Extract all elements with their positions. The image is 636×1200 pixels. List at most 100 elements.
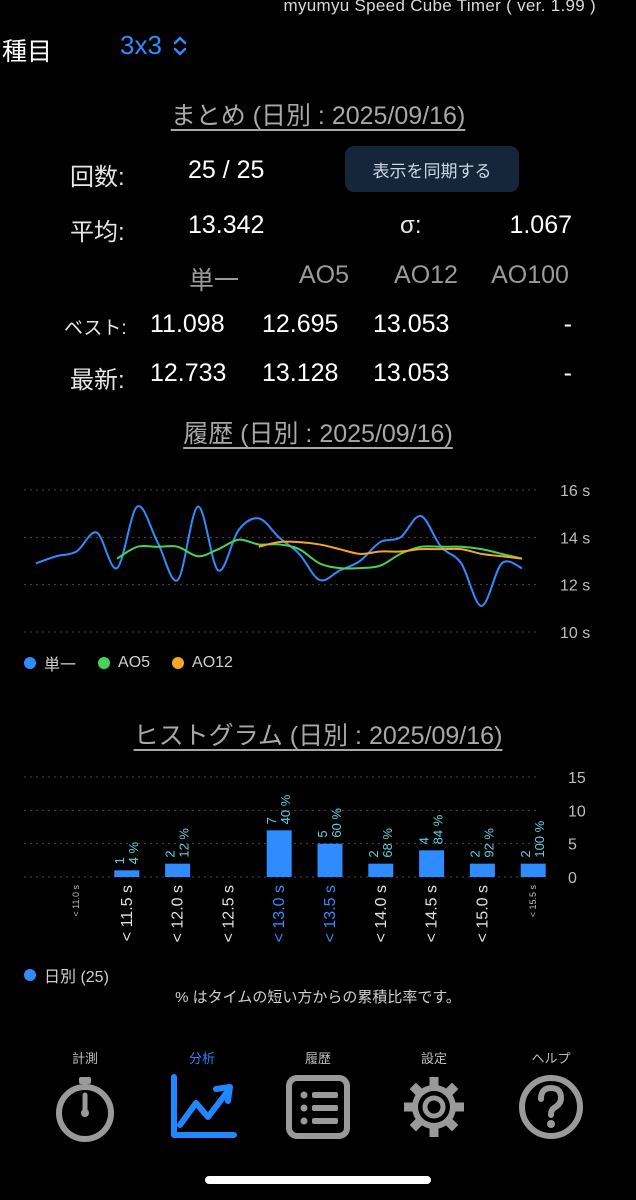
sigma-label: σ: [400,212,422,239]
histogram-bar [419,850,445,877]
histogram-legend: 日別 (25) [24,963,109,987]
best-ao12: 13.053 [373,310,450,338]
sigma-value: 1.067 [509,211,572,239]
header-ao5: AO5 [298,261,350,289]
history-y-tick-label: 14 s [560,530,590,547]
count-label: 回数: [70,164,125,191]
header-ao12: AO12 [394,261,458,289]
legend-label-single: 単一 [44,657,77,674]
histogram-bar [165,863,191,877]
best-ao100: - [563,310,572,338]
latest-ao5: 13.128 [262,359,339,387]
histogram-x-tick-label: < 14.0 s [373,885,390,942]
history-line-chart: 10 s 12 s 14 s 16 s [24,483,590,642]
latest-ao100: - [563,359,572,387]
histogram-bar [520,863,546,877]
tab-timer-label: 計測 [71,1051,98,1066]
history-title: 履歴 (日別 : 2025/09/16) [183,420,453,448]
histogram-percent-label: 68 % [380,828,395,858]
histogram-percent-label: 40 % [278,794,293,824]
header-ao100: AO100 [491,261,569,289]
best-single: 11.098 [150,310,225,338]
histogram-y-tick-label: 15 [568,770,586,787]
histogram-x-tick-label: < 11.0 s [71,885,81,917]
tab-help-label: ヘルプ [531,1051,571,1066]
histogram-count-label: 5 [315,830,330,837]
histogram-x-tick-label: < 15.5 s [528,885,538,918]
tab-help[interactable]: ヘルプ [491,1048,611,1143]
legend-dot-single [24,657,36,669]
legend-dot-daily [24,969,36,981]
histogram-title: ヒストグラム (日別 : 2025/09/16) [133,722,503,750]
chart-icon [171,1074,237,1138]
tab-timer[interactable]: 計測 [25,1048,145,1143]
legend-ao5: AO5 [98,651,150,675]
tab-analysis-label: 分析 [188,1051,215,1066]
histogram-x-tick-label: < 12.5 s [220,885,237,942]
best-label: ベスト: [64,318,127,339]
legend-label-ao5: AO5 [118,654,151,671]
app-version-text: myumyu Speed Cube Timer ( ver. 1.99 ) [283,0,596,15]
histogram-bar [114,870,140,877]
latest-single: 12.733 [150,359,227,387]
histogram-y-tick-label: 0 [568,870,577,887]
legend-dot-ao5 [98,657,111,669]
histogram-bar-chart: 051015< 11.0 s1 4 %< 11.5 s2 12 %< 12.0 s <… [24,770,586,942]
sync-display-button[interactable]: 表示を同期する [345,146,519,192]
event-value: 3x3 [120,30,162,60]
histogram-y-tick-label: 5 [568,837,577,854]
histogram-bar [266,830,292,877]
histogram-bar [368,863,394,877]
histogram-percent-label: 100 % [532,820,547,857]
tab-history-label: 履歴 [304,1051,331,1066]
summary-title: まとめ (日別 : 2025/09/16) [170,102,466,130]
histogram-percent-label: 84 % [431,814,446,844]
latest-ao12: 13.053 [373,359,450,387]
histogram-percent-label: 12 % [177,828,192,858]
histogram-percent-label: 4 % [126,841,141,864]
home-indicator [205,1176,431,1184]
best-ao5: 12.695 [262,310,339,338]
history-y-tick-label: 10 s [560,625,590,642]
histogram-count-label: 2 [366,850,381,857]
histogram-x-tick-label: < 15.0 s [474,885,491,942]
histogram-count-label: 1 [112,857,127,864]
chevron-updown-icon [173,36,187,55]
history-series-single-line [35,505,523,607]
histogram-count-label: 4 [417,837,432,844]
history-y-tick-label: 16 s [560,483,590,500]
count-value: 25 / 25 [188,156,265,184]
mean-label: 平均: [70,219,125,246]
histogram-x-tick-label: < 13.0 s [271,885,288,942]
event-selector[interactable]: 3x3 [120,30,188,61]
history-y-tick-label: 12 s [560,578,590,595]
history-legend: 単一 AO5 AO12 [24,651,233,675]
tab-settings-label: 設定 [420,1051,447,1066]
legend-ao12: AO12 [172,651,233,675]
legend-label-ao12: AO12 [192,654,233,671]
tab-history[interactable]: 履歴 [258,1048,378,1143]
histogram-count-label: 2 [467,850,482,857]
histogram-x-tick-label: < 14.5 s [424,885,441,942]
histogram-x-tick-label: < 12.0 s [170,885,187,942]
legend-dot-ao12 [172,657,185,669]
histogram-count-label: 7 [264,817,279,824]
legend-label-daily: 日別 (25) [44,969,109,986]
help-icon [519,1075,583,1139]
tab-analysis[interactable]: 分析 [142,1048,262,1143]
list-icon [286,1075,350,1139]
latest-label: 最新: [70,367,125,394]
header-single: 単一 [188,267,239,295]
stopwatch-icon [56,1077,114,1142]
histogram-count-label: 2 [518,850,533,857]
gear-icon [404,1077,464,1137]
tab-settings[interactable]: 設定 [374,1048,494,1143]
histogram-bar [317,843,343,877]
event-label: 種目 [2,38,53,66]
histogram-bar [469,863,495,877]
histogram-x-tick-label: < 11.5 s [119,885,136,941]
histogram-note: % はタイムの短い方からの累積比率です。 [175,989,461,1006]
histogram-percent-label: 92 % [481,828,496,858]
histogram-x-tick-label: < 13.5 s [322,885,339,942]
histogram-percent-label: 60 % [329,808,344,838]
